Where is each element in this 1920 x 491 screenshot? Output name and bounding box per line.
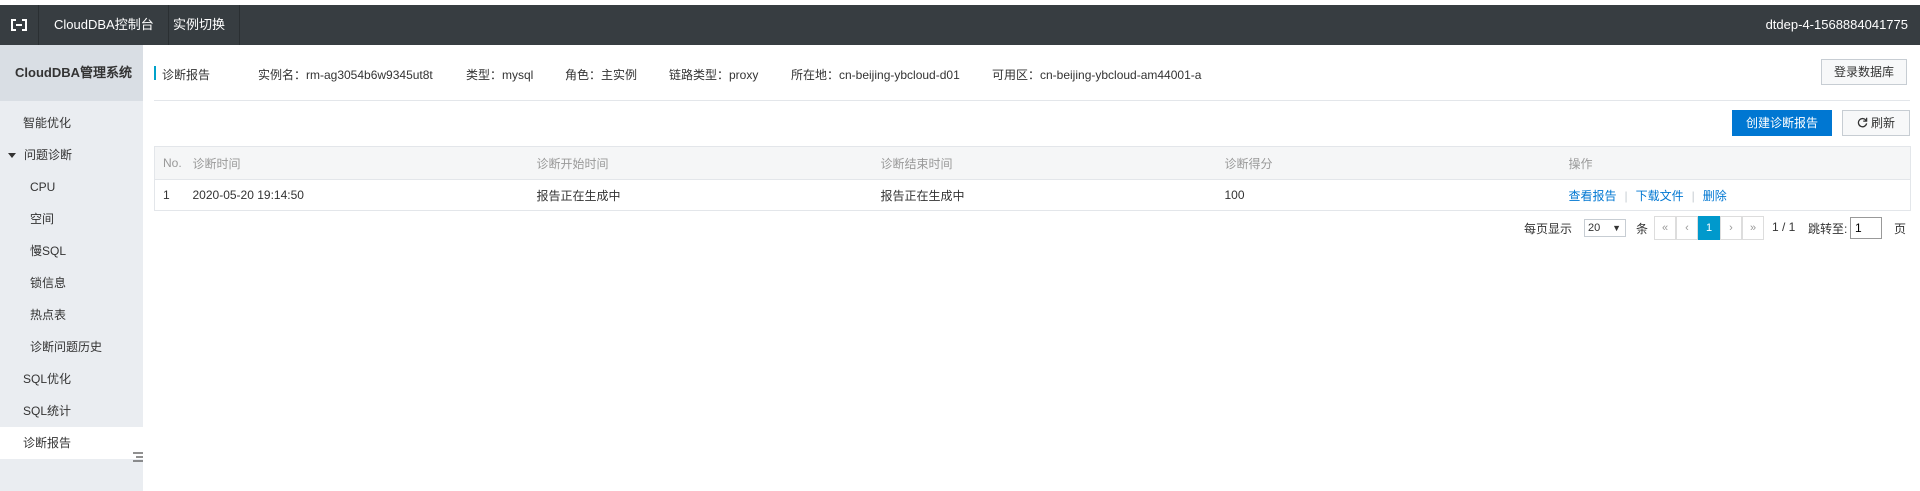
link-type: 链路类型：proxy (669, 68, 759, 82)
delete-link[interactable]: 删除 (1703, 189, 1727, 203)
pagination: 每页显示 20 ▼ 条 « ‹ 1 › » 1 / 1 跳转至: 页 (1520, 214, 1910, 240)
download-file-link[interactable]: 下载文件 (1636, 189, 1684, 203)
login-database-button[interactable]: 登录数据库 (1821, 59, 1907, 85)
page-total: 1 / 1 (1772, 220, 1796, 234)
last-page-button[interactable]: » (1742, 216, 1764, 240)
cell-diagnosis-time: 2020-05-20 19:14:50 (184, 179, 529, 211)
next-page-button[interactable]: › (1720, 216, 1742, 240)
sidebar-item-slow-sql[interactable]: 慢SQL (0, 235, 143, 267)
instance-switch-link[interactable]: 实例切换 (159, 5, 241, 45)
refresh-button[interactable]: 刷新 (1842, 110, 1910, 136)
title-accent-bar (154, 66, 156, 80)
cell-end-time: 报告正在生成中 (872, 179, 1217, 211)
instance-type: 类型：mysql (466, 68, 534, 82)
sidebar-item-cpu[interactable]: CPU (0, 171, 143, 203)
sidebar-item-diagnosis-history[interactable]: 诊断问题历史 (0, 331, 143, 363)
per-page-select[interactable]: 20 ▼ (1584, 219, 1626, 237)
aliyun-logo-icon[interactable] (0, 5, 39, 45)
view-report-link[interactable]: 查看报告 (1569, 189, 1617, 203)
first-page-button[interactable]: « (1654, 216, 1676, 240)
column-header-diagnosis-time: 诊断时间 (184, 146, 529, 180)
page-title: 诊断报告 (162, 68, 211, 82)
page-unit: 页 (1894, 222, 1907, 236)
refresh-label: 刷新 (1870, 116, 1895, 130)
per-page-label: 每页显示 (1524, 222, 1573, 236)
caret-down-icon (8, 153, 16, 159)
sidebar-item-smart-optimize[interactable]: 智能优化 (0, 107, 143, 139)
table-row: 1 2020-05-20 19:14:50 报告正在生成中 报告正在生成中 10… (154, 179, 1911, 211)
sidebar-item-diagnosis-report[interactable]: 诊断报告 (0, 427, 143, 459)
sidebar-item-sql-optimize[interactable]: SQL优化 (0, 363, 143, 395)
sidebar-item-hot-table[interactable]: 热点表 (0, 299, 143, 331)
cell-start-time: 报告正在生成中 (528, 179, 873, 211)
sidebar: CloudDBA管理系统 智能优化 问题诊断 CPU 空间 慢SQL 锁信息 热… (0, 45, 143, 491)
sidebar-item-space[interactable]: 空间 (0, 203, 143, 235)
column-header-actions: 操作 (1560, 146, 1911, 180)
column-header-end-time: 诊断结束时间 (872, 146, 1217, 180)
instance-info-bar: 诊断报告 实例名：rm-ag3054b6w9345ut8t 类型：mysql 角… (154, 58, 1910, 101)
collapse-sidebar-icon[interactable] (133, 450, 143, 464)
instance-name: 实例名：rm-ag3054b6w9345ut8t (258, 68, 433, 82)
action-separator: | (1624, 188, 1628, 203)
jump-label: 跳转至: (1808, 222, 1848, 236)
prev-page-button[interactable]: ‹ (1676, 216, 1698, 240)
action-separator: | (1691, 188, 1695, 203)
location: 所在地：cn-beijing-ybcloud-d01 (791, 68, 960, 82)
per-page-unit: 条 (1636, 222, 1649, 236)
report-table: No. 诊断时间 诊断开始时间 诊断结束时间 诊断得分 操作 1 2020-05… (154, 146, 1911, 211)
top-nav-bar: CloudDBA控制台 实例切换 dtdep-4-1568884041775 (0, 5, 1920, 45)
cell-no: 1 (154, 179, 185, 211)
user-account[interactable]: dtdep-4-1568884041775 (1766, 5, 1908, 45)
refresh-icon (1857, 112, 1868, 136)
sidebar-item-sql-stats[interactable]: SQL统计 (0, 395, 143, 427)
instance-role: 角色：主实例 (565, 68, 638, 82)
dropdown-arrow-icon: ▼ (1612, 223, 1621, 233)
per-page-value: 20 (1588, 222, 1601, 234)
availability-zone: 可用区：cn-beijing-ybcloud-am44001-a (992, 68, 1202, 82)
jump-page-input[interactable] (1850, 217, 1882, 239)
create-report-button[interactable]: 创建诊断报告 (1732, 110, 1832, 136)
sidebar-item-lock-info[interactable]: 锁信息 (0, 267, 143, 299)
sidebar-item-label: 问题诊断 (24, 148, 73, 162)
cell-actions: 查看报告 | 下载文件 | 删除 (1560, 179, 1911, 211)
column-header-score: 诊断得分 (1216, 146, 1561, 180)
column-header-start-time: 诊断开始时间 (528, 146, 873, 180)
cell-score: 100 (1216, 179, 1561, 211)
console-link[interactable]: CloudDBA控制台 (40, 5, 169, 45)
table-header-row: No. 诊断时间 诊断开始时间 诊断结束时间 诊断得分 操作 (154, 146, 1911, 180)
sidebar-title: CloudDBA管理系统 (0, 45, 143, 101)
column-header-no: No. (154, 146, 185, 180)
sidebar-item-diagnosis[interactable]: 问题诊断 (0, 139, 143, 171)
current-page-button[interactable]: 1 (1698, 216, 1720, 240)
